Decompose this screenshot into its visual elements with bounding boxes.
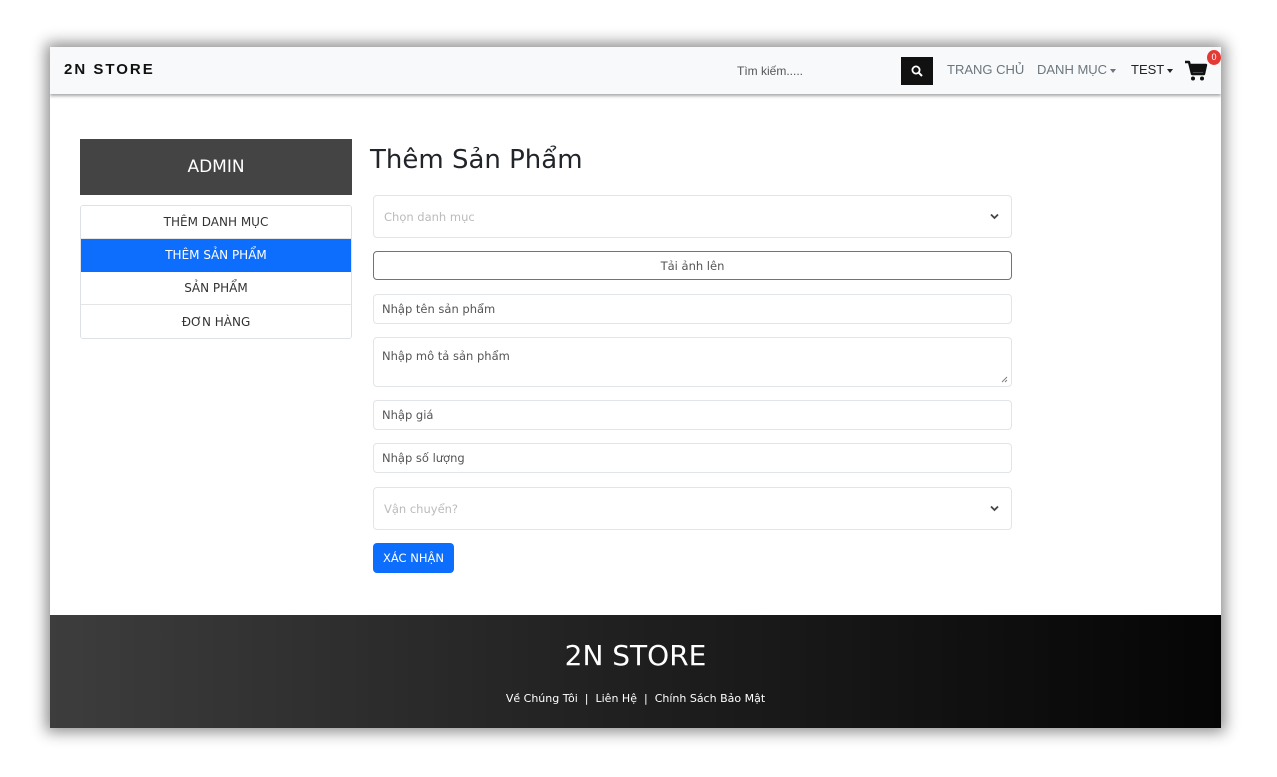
cart-count-badge: 0 (1207, 50, 1221, 65)
nav-user-label: TEST (1131, 62, 1165, 77)
price-placeholder: Nhập giá (382, 408, 434, 422)
search-input[interactable] (729, 57, 899, 84)
sidebar-item-products[interactable]: SẢN PHẨM (81, 272, 351, 305)
resize-handle-icon[interactable] (1001, 376, 1008, 383)
admin-header: ADMIN (80, 139, 352, 195)
chevron-down-icon (990, 213, 999, 219)
upload-image-button[interactable]: Tải ảnh lên (373, 251, 1012, 280)
sidebar-item-add-category[interactable]: THÊM DANH MỤC (81, 206, 351, 239)
product-name-placeholder: Nhập tên sản phẩm (382, 302, 496, 316)
sidebar-item-add-product[interactable]: THÊM SẢN PHẨM (81, 239, 351, 272)
category-select[interactable]: Chọn danh mục (373, 195, 1012, 238)
search-button[interactable] (901, 57, 933, 85)
footer-brand: 2N STORE (564, 639, 707, 672)
quantity-placeholder: Nhập số lượng (382, 451, 465, 465)
quantity-input[interactable]: Nhập số lượng (373, 443, 1012, 473)
browser-page: 2N STORE TRANG CHỦ DANH MỤC TEST 0 ADMIN… (50, 47, 1221, 728)
sidebar-item-orders[interactable]: ĐƠN HÀNG (81, 305, 351, 338)
price-input[interactable]: Nhập giá (373, 400, 1012, 430)
admin-sidebar-menu: THÊM DANH MỤC THÊM SẢN PHẨM SẢN PHẨM ĐƠN… (80, 205, 352, 339)
shipping-select[interactable]: Vận chuyển? (373, 487, 1012, 530)
navbar: 2N STORE TRANG CHỦ DANH MỤC TEST 0 (50, 47, 1221, 94)
footer-links: Về Chúng Tôi | Liên Hệ | Chính Sách Bảo Mật (50, 692, 1221, 705)
nav-link-user-dropdown[interactable]: TEST (1131, 62, 1174, 77)
shipping-select-value: Vận chuyển? (384, 501, 459, 516)
cart-icon[interactable] (1184, 59, 1208, 83)
footer-separator: | (584, 692, 589, 705)
footer-separator: | (643, 692, 648, 705)
caret-down-icon (1110, 68, 1117, 73)
caret-down-icon (1167, 68, 1174, 73)
nav-link-category-dropdown[interactable]: DANH MỤC (1037, 62, 1117, 77)
search-icon (911, 65, 923, 77)
brand-logo[interactable]: 2N STORE (64, 61, 155, 78)
product-name-input[interactable]: Nhập tên sản phẩm (373, 294, 1012, 324)
submit-button[interactable]: XÁC NHẬN (373, 543, 454, 573)
footer-link-privacy[interactable]: Chính Sách Bảo Mật (655, 692, 765, 705)
page-title: Thêm Sản Phẩm (370, 145, 583, 175)
product-description-placeholder: Nhập mô tả sản phẩm (382, 349, 510, 363)
submit-label: XÁC NHẬN (383, 551, 444, 565)
chevron-down-icon (990, 505, 999, 511)
category-select-value: Chọn danh mục (384, 209, 475, 224)
nav-category-label: DANH MỤC (1037, 62, 1108, 77)
footer: 2N STORE Về Chúng Tôi | Liên Hệ | Chính Sách… (50, 615, 1221, 728)
nav-link-home[interactable]: TRANG CHỦ (947, 62, 1024, 77)
footer-link-contact[interactable]: Liên Hệ (596, 692, 637, 705)
footer-link-about[interactable]: Về Chúng Tôi (506, 692, 578, 705)
product-description-textarea[interactable]: Nhập mô tả sản phẩm (373, 337, 1012, 387)
upload-image-label: Tải ảnh lên (660, 258, 725, 273)
